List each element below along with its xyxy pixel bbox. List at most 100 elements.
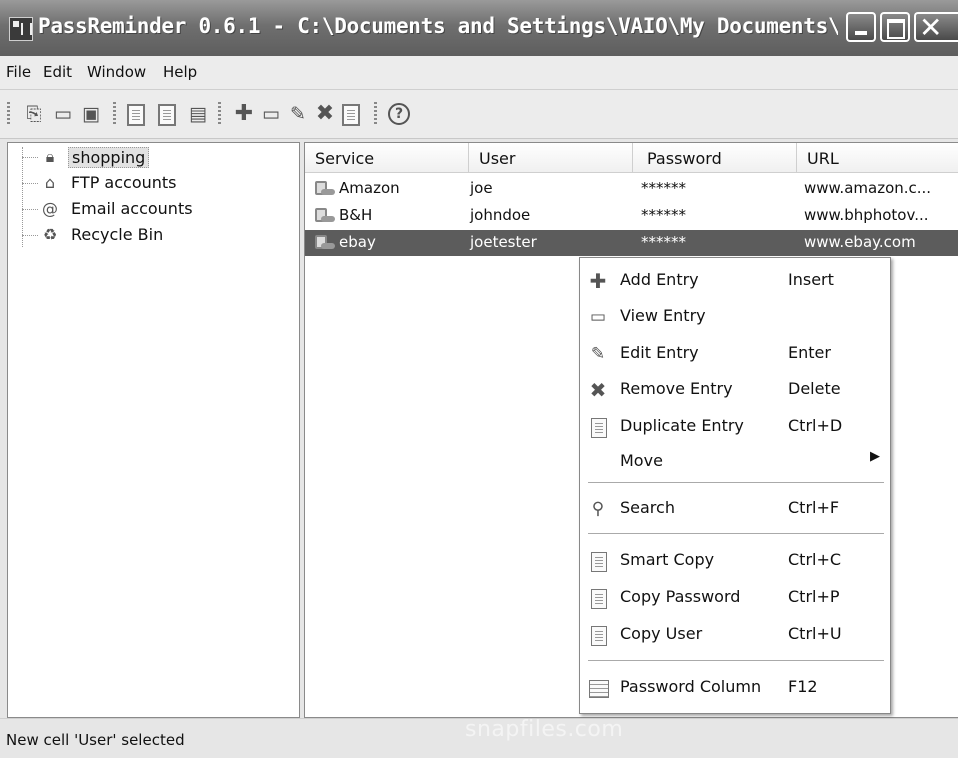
cell-url: www.amazon.c... (804, 179, 932, 197)
menu-edit[interactable]: Edit (43, 63, 72, 81)
watermark: snapfiles.com (465, 717, 624, 742)
window-title: PassReminder 0.6.1 - C:\Documents and Se… (38, 14, 838, 38)
column-header-password[interactable]: Password (633, 143, 797, 173)
entry-key-icon (315, 179, 337, 199)
menu-item-shortcut: Ctrl+D (788, 416, 843, 435)
cell-password: ****** (641, 233, 686, 251)
entry-key-icon (315, 206, 337, 226)
menu-item-search[interactable]: ⚲ Search Ctrl+F (580, 492, 890, 526)
menu-item-label: View Entry (620, 306, 706, 325)
menu-window[interactable]: Window (87, 63, 146, 81)
table-row[interactable]: Amazon joe ****** www.amazon.c... (305, 176, 958, 202)
menu-item-shortcut: Ctrl+C (788, 550, 842, 569)
menu-item-move[interactable]: Move ▶ (580, 445, 890, 479)
tree-connector-lines (22, 157, 38, 158)
column-header-user[interactable]: User (469, 143, 633, 173)
menu-item-shortcut: Ctrl+U (788, 624, 842, 643)
paste-icon[interactable] (158, 104, 176, 126)
menu-item-label: Copy Password (620, 587, 741, 606)
search-icon: ⚲ (591, 499, 605, 519)
tree-item-label: shopping (68, 147, 150, 168)
cell-service: B&H (339, 206, 373, 224)
menu-item-copy-user[interactable]: Copy User Ctrl+U (580, 618, 890, 652)
context-menu: ✚ Add Entry Insert ▭ View Entry ✎ Edit E… (579, 257, 891, 714)
duplicate-entry-icon (591, 418, 607, 438)
menu-item-shortcut: Ctrl+P (788, 587, 840, 606)
cell-url: www.bhphotov... (804, 206, 929, 224)
menu-item-label: Move (620, 451, 663, 470)
copy-icon[interactable] (127, 104, 145, 126)
menu-item-edit-entry[interactable]: ✎ Edit Entry Enter (580, 337, 890, 371)
category-tree: 🔒︎ shopping ⌂ FTP accounts @ Email accou… (7, 142, 300, 718)
copy-icon (591, 626, 607, 646)
edit-entry-icon[interactable]: ✎ (287, 103, 309, 125)
toolbar-grip[interactable] (113, 102, 116, 126)
cell-url: www.ebay.com (804, 233, 916, 251)
tree-item-label: Email accounts (71, 199, 193, 218)
columns-icon (589, 680, 609, 698)
cell-user: joe (470, 179, 493, 197)
new-document-icon[interactable]: ⎘ (23, 103, 45, 125)
maximize-icon (887, 19, 905, 39)
cell-password: ****** (641, 206, 686, 224)
cell-service: Amazon (339, 179, 400, 197)
remove-entry-icon: ✖ (589, 378, 607, 402)
menu-item-smart-copy[interactable]: Smart Copy Ctrl+C (580, 544, 890, 578)
menu-item-duplicate-entry[interactable]: Duplicate Entry Ctrl+D (580, 410, 890, 444)
column-header-url[interactable]: URL (797, 143, 958, 173)
help-icon[interactable]: ? (388, 103, 410, 125)
menu-help[interactable]: Help (163, 63, 197, 81)
toolbar-grip[interactable] (218, 102, 221, 126)
add-entry-icon: ✚ (589, 269, 607, 293)
view-entry-icon[interactable]: ▭ (260, 103, 282, 125)
tree-item-label: Recycle Bin (71, 225, 164, 244)
submenu-arrow-icon: ▶ (870, 449, 880, 464)
save-disk-icon[interactable]: ▣ (80, 103, 102, 125)
menu-item-shortcut: Enter (788, 343, 831, 362)
menu-item-label: Edit Entry (620, 343, 699, 362)
table-row-selected[interactable]: ebay joetester ****** www.ebay.com (305, 230, 958, 256)
recycle-bin-icon: ♻ (42, 225, 58, 244)
open-folder-icon[interactable]: ▭ (52, 103, 74, 125)
menu-separator (588, 660, 884, 661)
cell-user: joetester (470, 233, 537, 251)
tree-connector-lines (22, 147, 41, 247)
at-icon: @ (42, 199, 58, 218)
menu-item-password-column[interactable]: Password Column F12 (580, 671, 890, 705)
maximize-button[interactable] (880, 12, 910, 42)
close-icon: ✕ (919, 11, 943, 44)
app-icon[interactable] (9, 17, 33, 41)
menu-item-add-entry[interactable]: ✚ Add Entry Insert (580, 264, 890, 298)
menu-bar: File Edit Window Help (0, 56, 958, 90)
duplicate-entry-icon[interactable] (342, 104, 360, 126)
lock-icon: 🔒︎ (45, 147, 55, 166)
table-row[interactable]: B&H johndoe ****** www.bhphotov... (305, 203, 958, 229)
tree-connector-lines (22, 183, 38, 184)
cell-password: ****** (641, 179, 686, 197)
menu-item-label: Search (620, 498, 675, 517)
edit-entry-icon: ✎ (590, 344, 606, 364)
menu-item-label: Smart Copy (620, 550, 715, 569)
copy-icon (591, 589, 607, 609)
menu-file[interactable]: File (6, 63, 31, 81)
title-bar[interactable]: PassReminder 0.6.1 - C:\Documents and Se… (0, 0, 958, 56)
add-entry-icon[interactable]: ✚ (233, 103, 255, 125)
menu-item-shortcut: Ctrl+F (788, 498, 840, 517)
toolbar-grip[interactable] (374, 102, 377, 126)
remove-entry-icon[interactable]: ✖ (314, 103, 336, 125)
app-window: PassReminder 0.6.1 - C:\Documents and Se… (0, 0, 958, 758)
menu-separator (588, 482, 884, 483)
menu-item-label: Add Entry (620, 270, 699, 289)
copy-icon (591, 552, 607, 572)
toolbar-grip[interactable] (7, 102, 10, 126)
column-header-service[interactable]: Service (305, 143, 469, 173)
export-icon[interactable]: ▤ (187, 103, 209, 125)
close-button[interactable]: ✕ (914, 11, 958, 44)
menu-item-copy-password[interactable]: Copy Password Ctrl+P (580, 581, 890, 615)
menu-item-view-entry[interactable]: ▭ View Entry (580, 300, 890, 334)
minimize-button[interactable] (846, 12, 876, 42)
cell-user: johndoe (470, 206, 531, 224)
menu-item-remove-entry[interactable]: ✖ Remove Entry Delete (580, 373, 890, 407)
ftp-icon: ⌂ (44, 173, 56, 192)
minimize-icon (855, 31, 867, 35)
